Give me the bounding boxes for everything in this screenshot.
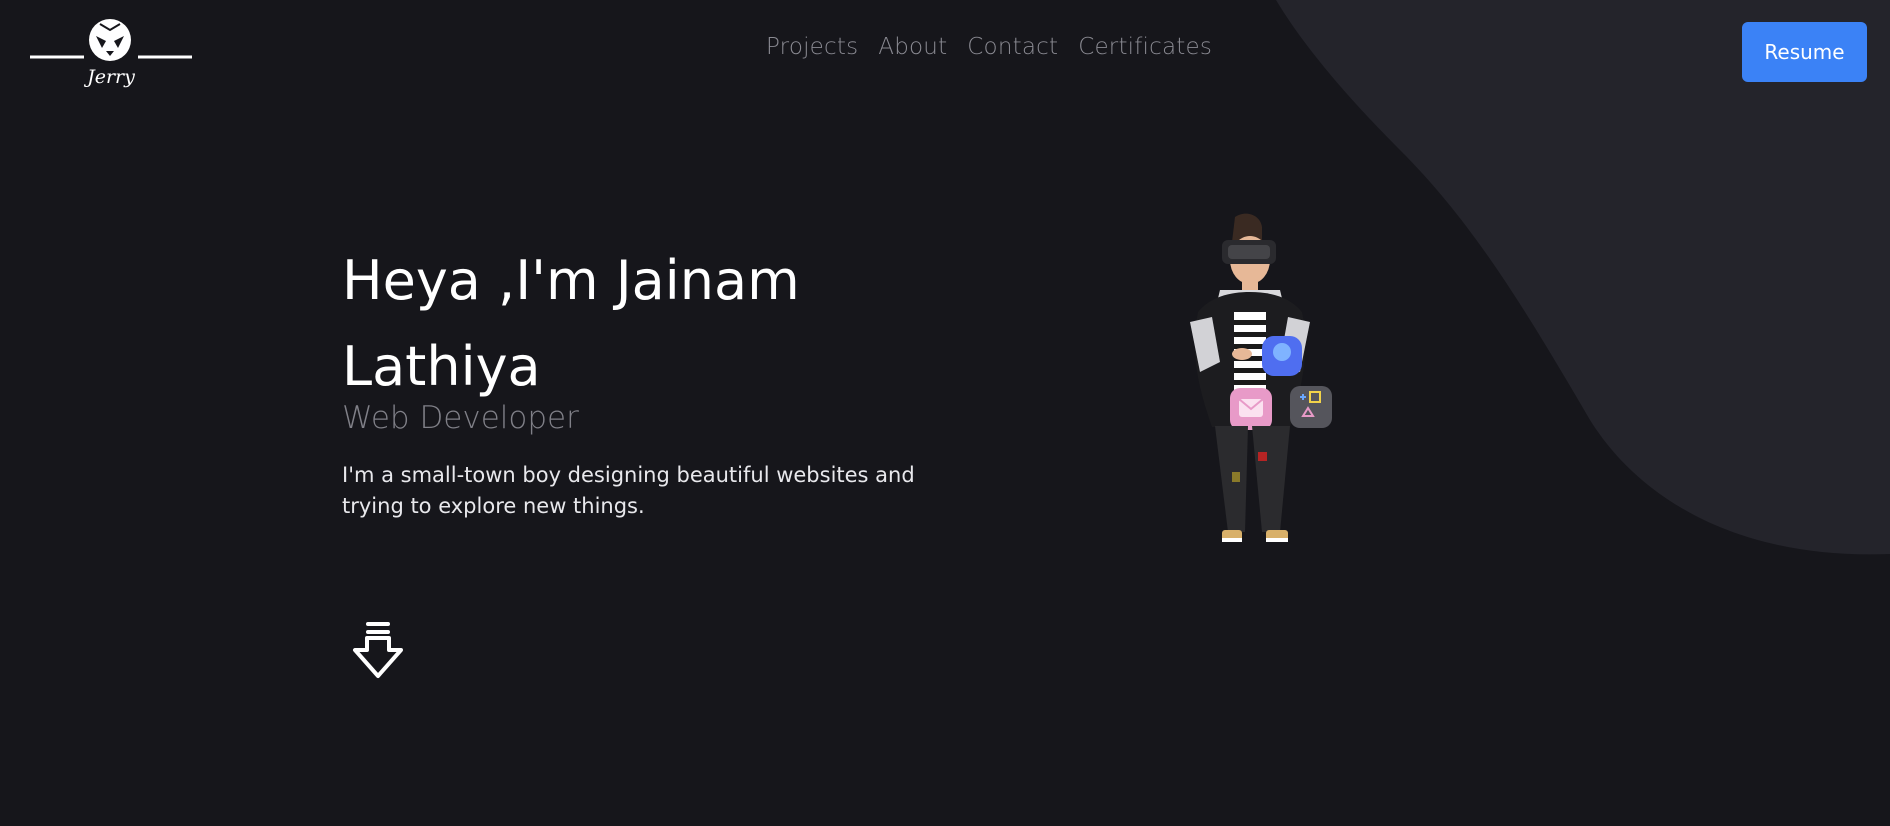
arrow-down-icon <box>353 622 403 678</box>
nav-link-contact[interactable]: Contact <box>967 34 1058 60</box>
resume-button[interactable]: Resume <box>1742 22 1867 82</box>
nav-link-projects[interactable]: Projects <box>766 34 858 60</box>
vr-character-illustration <box>1190 213 1332 542</box>
logo[interactable]: Jerry <box>30 18 192 90</box>
hero-subtitle: Web Developer <box>342 400 579 436</box>
hero-title: Heya ,I'm Jainam Lathiya <box>342 249 800 398</box>
hero-description: I'm a small-town boy designing beautiful… <box>342 463 915 518</box>
logo-text: Jerry <box>87 66 135 88</box>
main-nav: Projects About Contact Certificates <box>766 34 1212 60</box>
hero-section: Heya ,I'm Jainam Lathiya Web Developer I… <box>342 238 962 522</box>
nav-link-about[interactable]: About <box>878 34 947 60</box>
page: Jerry Projects About Contact Certificate… <box>0 0 1890 826</box>
owl-mask-icon <box>30 19 192 61</box>
nav-link-certificates[interactable]: Certificates <box>1078 34 1212 60</box>
scroll-down-button[interactable] <box>350 620 406 682</box>
